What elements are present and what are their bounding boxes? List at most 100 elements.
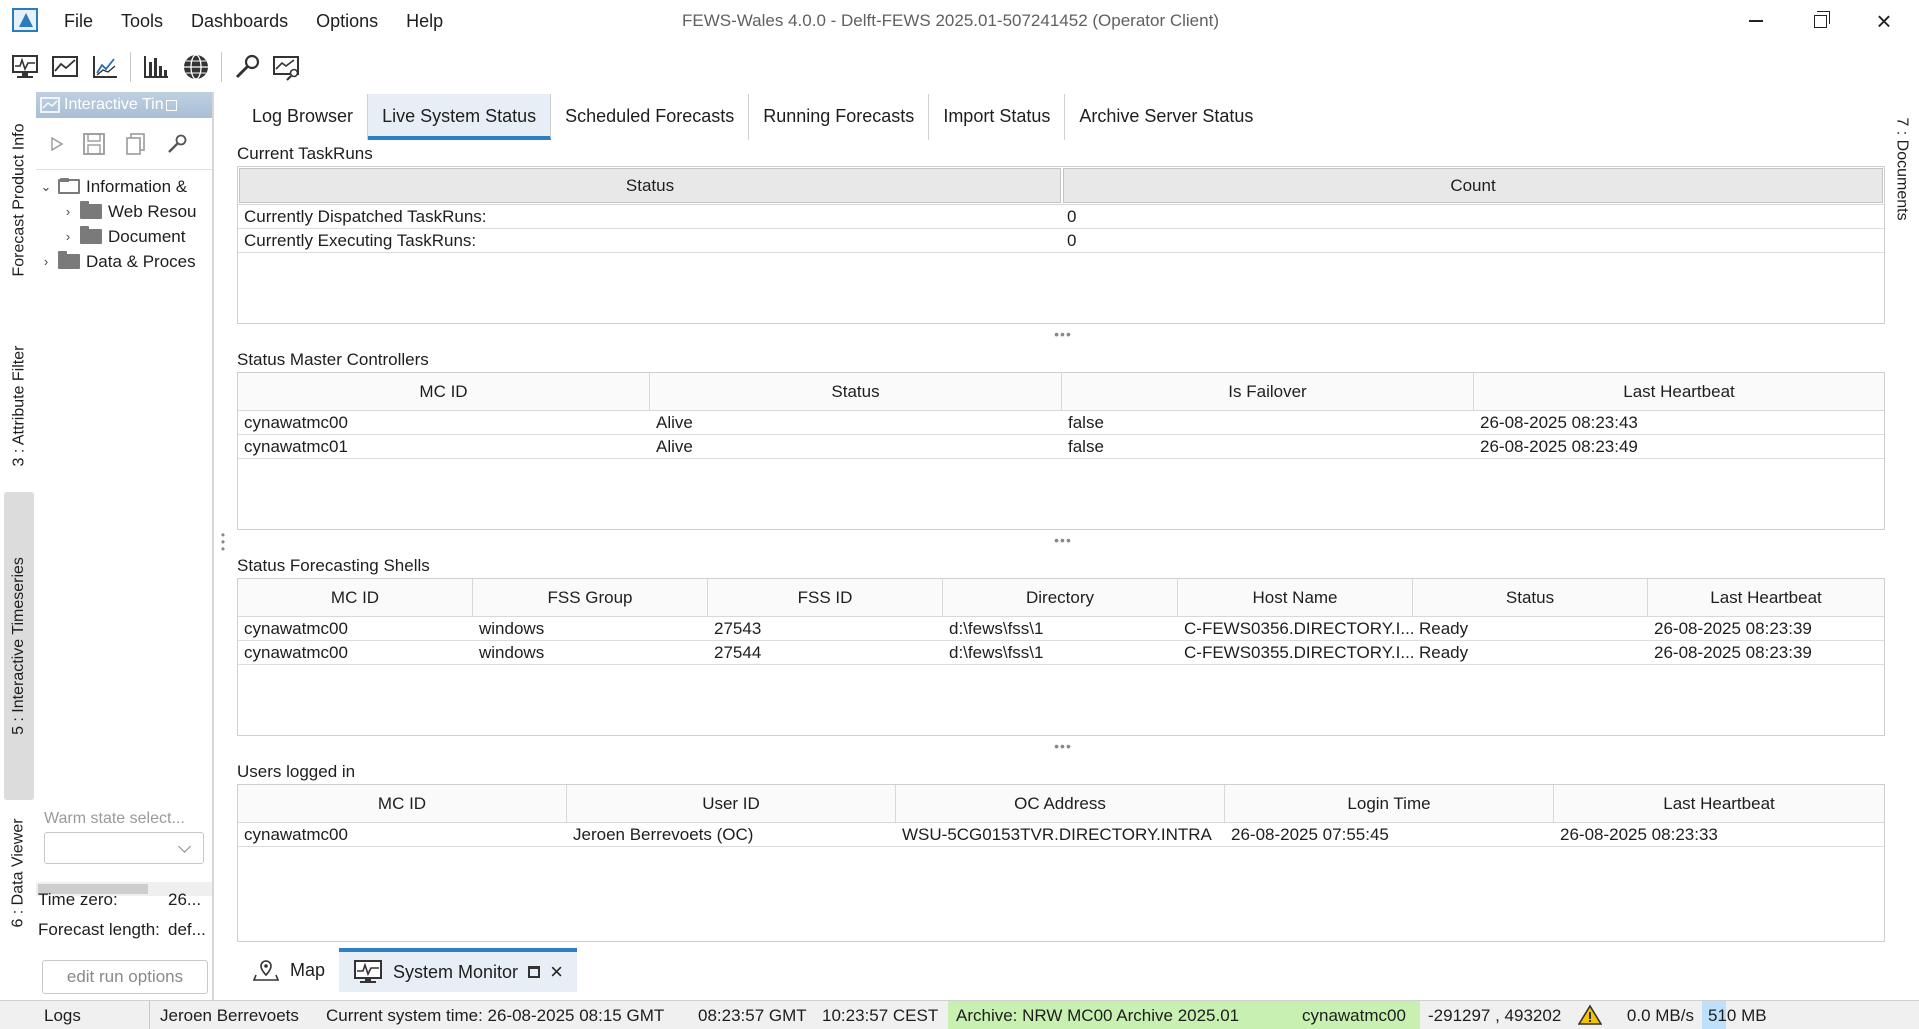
tree-item-label: Document xyxy=(108,226,186,246)
wrench-toolbar-button[interactable] xyxy=(228,48,266,86)
maximize-icon[interactable] xyxy=(528,966,541,978)
chevron-down-icon[interactable]: ⌄ xyxy=(38,179,54,195)
panel-maximize-icon[interactable] xyxy=(165,99,177,111)
column-header-status[interactable]: Status xyxy=(650,373,1062,410)
column-header-user-id[interactable]: User ID xyxy=(567,785,896,822)
warm-state-selector: Warm state select... xyxy=(44,810,206,864)
tree-item-label: Information & xyxy=(86,176,188,196)
tree-item-information[interactable]: ⌄ Information & xyxy=(36,174,214,199)
chevron-right-icon[interactable]: › xyxy=(38,254,54,269)
table-row[interactable]: Currently Dispatched TaskRuns: 0 xyxy=(238,205,1884,229)
column-header-status[interactable]: Status xyxy=(1413,579,1648,616)
chart-toolbar-button[interactable] xyxy=(46,48,84,86)
play-icon[interactable] xyxy=(50,136,64,152)
column-header-host-name[interactable]: Host Name xyxy=(1178,579,1413,616)
vtab-label: 5 : Interactive Timeseries xyxy=(10,557,27,735)
menu-options[interactable]: Options xyxy=(302,0,392,42)
forecasting-shells-table: MC ID FSS Group FSS ID Directory Host Na… xyxy=(237,578,1885,736)
table-cell: d:\fews\fss\1 xyxy=(949,619,1044,638)
column-header-status[interactable]: Status xyxy=(239,168,1061,203)
vtab-interactive-timeseries[interactable]: 5 : Interactive Timeseries xyxy=(4,492,34,800)
table-row[interactable]: cynawatmc00 windows 27544 d:\fews\fss\1 … xyxy=(238,641,1884,665)
status-memory[interactable]: 510 MB xyxy=(1702,1000,1773,1029)
memory-usage-text: 510 MB xyxy=(1702,1000,1773,1029)
column-header-directory[interactable]: Directory xyxy=(943,579,1178,616)
forecast-length-field: Forecast length: def... xyxy=(38,920,206,940)
menu-file[interactable]: File xyxy=(50,0,107,42)
wrench-icon[interactable] xyxy=(166,133,188,155)
tree-item-data-processing[interactable]: › Data & Proces xyxy=(36,249,214,274)
column-header-is-failover[interactable]: Is Failover xyxy=(1062,373,1474,410)
section-title-current-taskruns: Current TaskRuns xyxy=(237,144,373,163)
tab-log-browser[interactable]: Log Browser xyxy=(238,94,369,140)
column-header-mc-id[interactable]: MC ID xyxy=(238,579,473,616)
table-cell: 26-08-2025 08:23:49 xyxy=(1480,437,1638,456)
table-row[interactable]: cynawatmc00 windows 27543 d:\fews\fss\1 … xyxy=(238,617,1884,641)
fews-app-icon[interactable] xyxy=(12,8,38,32)
vtab-documents[interactable]: 7 : Documents xyxy=(1888,104,1916,234)
table-cell: 27543 xyxy=(714,619,762,638)
tab-import-status[interactable]: Import Status xyxy=(929,94,1066,140)
globe-toolbar-button[interactable] xyxy=(177,48,215,86)
vtab-forecast-product-info[interactable]: Forecast Product Info xyxy=(4,100,34,300)
warm-state-placeholder: Warm state select... xyxy=(44,810,185,827)
chevron-right-icon[interactable]: › xyxy=(60,204,76,219)
column-header-mc-id[interactable]: MC ID xyxy=(238,785,567,822)
tab-scheduled-forecasts[interactable]: Scheduled Forecasts xyxy=(551,94,750,140)
column-header-fss-group[interactable]: FSS Group xyxy=(473,579,708,616)
column-header-login-time[interactable]: Login Time xyxy=(1225,785,1554,822)
section-splitter-handle[interactable]: ••• xyxy=(1052,532,1074,548)
tab-live-system-status[interactable]: Live System Status xyxy=(368,94,552,140)
column-chart-toolbar-button[interactable] xyxy=(137,48,175,86)
column-header-count[interactable]: Count xyxy=(1063,168,1883,203)
title-bar: File Tools Dashboards Options Help FEWS-… xyxy=(0,0,1919,42)
table-cell: false xyxy=(1068,413,1104,432)
folder-open-icon xyxy=(58,178,80,194)
menu-dashboards[interactable]: Dashboards xyxy=(177,0,302,42)
column-header-last-heartbeat[interactable]: Last Heartbeat xyxy=(1554,785,1884,822)
tab-running-forecasts[interactable]: Running Forecasts xyxy=(749,94,930,140)
column-header-mc-id[interactable]: MC ID xyxy=(238,373,650,410)
warm-state-dropdown[interactable] xyxy=(44,832,204,864)
save-icon[interactable] xyxy=(82,132,106,156)
table-row[interactable]: cynawatmc00 Jeroen Berrevoets (OC) WSU-5… xyxy=(238,823,1884,847)
close-window-button[interactable]: × xyxy=(1856,0,1912,42)
column-header-fss-id[interactable]: FSS ID xyxy=(708,579,943,616)
table-cell: 0 xyxy=(1067,231,1077,250)
menu-help[interactable]: Help xyxy=(392,0,457,42)
column-header-last-heartbeat[interactable]: Last Heartbeat xyxy=(1648,579,1884,616)
graph-toolbar-button[interactable] xyxy=(86,48,124,86)
table-row[interactable]: cynawatmc01 Alive false 26-08-2025 08:23… xyxy=(238,435,1884,459)
warning-icon-container[interactable] xyxy=(1570,1001,1612,1029)
logs-toggle[interactable]: Logs xyxy=(0,1000,150,1029)
graph-settings-toolbar-button[interactable] xyxy=(268,48,306,86)
chevron-right-icon[interactable]: › xyxy=(60,229,76,244)
tab-system-monitor[interactable]: System Monitor × xyxy=(339,948,577,992)
table-cell: Currently Executing TaskRuns: xyxy=(244,231,477,250)
section-splitter-handle[interactable]: ••• xyxy=(1052,738,1074,754)
panel-divider xyxy=(212,92,214,1002)
minimize-button[interactable] xyxy=(1728,0,1784,42)
close-icon[interactable]: × xyxy=(550,961,563,983)
tab-archive-server-status[interactable]: Archive Server Status xyxy=(1065,94,1267,140)
tab-map[interactable]: Map xyxy=(238,948,339,992)
section-title-master-controllers: Status Master Controllers xyxy=(237,350,429,369)
column-header-last-heartbeat[interactable]: Last Heartbeat xyxy=(1474,373,1884,410)
section-splitter-handle[interactable]: ••• xyxy=(1052,326,1074,342)
tree-item-web-resources[interactable]: › Web Resou xyxy=(36,199,214,224)
restore-button[interactable] xyxy=(1792,0,1848,42)
vtab-attribute-filter[interactable]: 3 : Attribute Filter xyxy=(4,328,34,484)
copy-document-icon[interactable] xyxy=(124,132,148,156)
tree-item-documents[interactable]: › Document xyxy=(36,224,214,249)
master-controllers-table: MC ID Status Is Failover Last Heartbeat … xyxy=(237,372,1885,530)
column-header-oc-address[interactable]: OC Address xyxy=(896,785,1225,822)
vertical-splitter-handle[interactable]: • • • xyxy=(220,529,226,555)
system-monitor-toolbar-button[interactable] xyxy=(6,48,44,86)
table-cell: windows xyxy=(479,619,545,638)
edit-run-options-button[interactable]: edit run options xyxy=(42,960,208,994)
table-row[interactable]: cynawatmc00 Alive false 26-08-2025 08:23… xyxy=(238,411,1884,435)
menu-tools[interactable]: Tools xyxy=(107,0,177,42)
vtab-data-viewer[interactable]: 6 : Data Viewer xyxy=(4,806,34,940)
table-row[interactable]: Currently Executing TaskRuns: 0 xyxy=(238,229,1884,253)
table-cell: windows xyxy=(479,643,545,662)
